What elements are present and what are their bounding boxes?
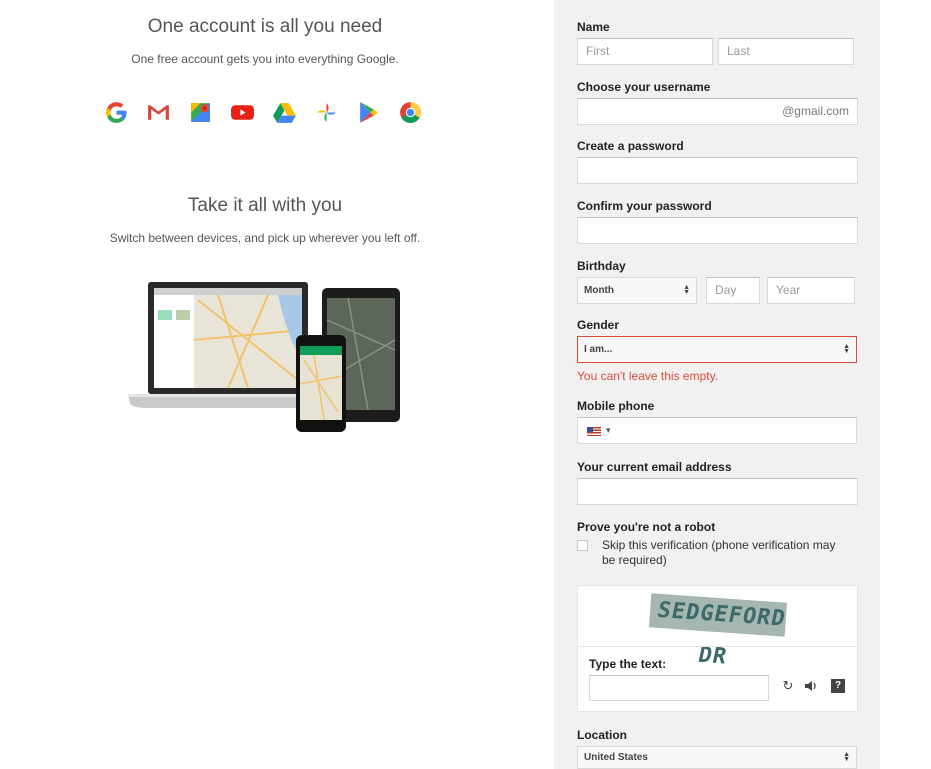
day-field[interactable]: Day [706, 277, 760, 304]
confirm-password-label: Confirm your password [577, 199, 712, 213]
month-select[interactable]: Month ▲ ▼ [577, 277, 697, 304]
drive-icon [272, 100, 297, 125]
flag-dropdown-caret[interactable]: ▾ [606, 418, 611, 443]
captcha-box: SEDGEFORD DR Type the text: ↻ ? [577, 585, 858, 712]
google-g-icon [104, 100, 129, 125]
gender-error-message: You can't leave this empty. [577, 369, 719, 383]
youtube-icon [230, 100, 255, 125]
username-label: Choose your username [577, 80, 711, 94]
captcha-image: SEDGEFORD DR [646, 593, 788, 670]
refresh-icon[interactable]: ↻ [781, 679, 795, 693]
current-email-field[interactable] [577, 478, 858, 505]
gmail-suffix: @gmail.com [782, 104, 849, 118]
photos-icon [314, 100, 339, 125]
birthday-label: Birthday [577, 259, 626, 273]
robot-label: Prove you're not a robot [577, 520, 716, 534]
current-email-label: Your current email address [577, 460, 732, 474]
signup-form-panel: Name First Last Choose your username @gm… [554, 0, 880, 769]
maps-icon [188, 100, 213, 125]
type-text-label: Type the text: [589, 657, 667, 671]
audio-icon[interactable] [804, 679, 818, 693]
gender-label: Gender [577, 318, 620, 332]
confirm-password-field[interactable] [577, 217, 858, 244]
select-arrows-icon: ▲ ▼ [683, 284, 690, 296]
password-field[interactable] [577, 157, 858, 184]
skip-verification-checkbox[interactable] [577, 540, 588, 551]
name-label: Name [577, 20, 610, 34]
select-arrows-icon: ▲ ▼ [843, 751, 850, 763]
help-icon[interactable]: ? [831, 679, 845, 693]
mobile-phone-field[interactable]: ▾ [577, 417, 857, 444]
skip-verification-text: Skip this verification (phone verificati… [602, 538, 836, 567]
google-app-icons [104, 100, 423, 125]
first-name-field[interactable]: First [577, 38, 713, 65]
location-label: Location [577, 728, 627, 742]
gender-value: I am... [584, 344, 613, 355]
location-value: United States [584, 752, 648, 763]
us-flag-icon[interactable] [587, 427, 601, 436]
promo-panel: One account is all you need One free acc… [0, 0, 554, 769]
play-icon [356, 100, 381, 125]
last-name-field[interactable]: Last [718, 38, 854, 65]
subheading-switch-devices: Switch between devices, and pick up wher… [109, 231, 421, 245]
password-label: Create a password [577, 139, 684, 153]
heading-one-account: One account is all you need [147, 16, 383, 37]
captcha-input[interactable] [589, 675, 769, 701]
gmail-icon [146, 100, 171, 125]
subheading-free-account: One free account gets you into everythin… [131, 52, 399, 66]
gender-select[interactable]: I am... ▲ ▼ [577, 336, 857, 363]
select-arrows-icon: ▲ ▼ [843, 343, 850, 355]
year-field[interactable]: Year [767, 277, 855, 304]
location-select[interactable]: United States ▲ ▼ [577, 746, 857, 769]
username-field[interactable]: @gmail.com [577, 98, 858, 125]
mobile-phone-label: Mobile phone [577, 399, 655, 413]
heading-take-it-all: Take it all with you [187, 195, 343, 216]
devices-illustration [128, 280, 400, 434]
month-value: Month [584, 285, 614, 296]
chrome-icon [398, 100, 423, 125]
